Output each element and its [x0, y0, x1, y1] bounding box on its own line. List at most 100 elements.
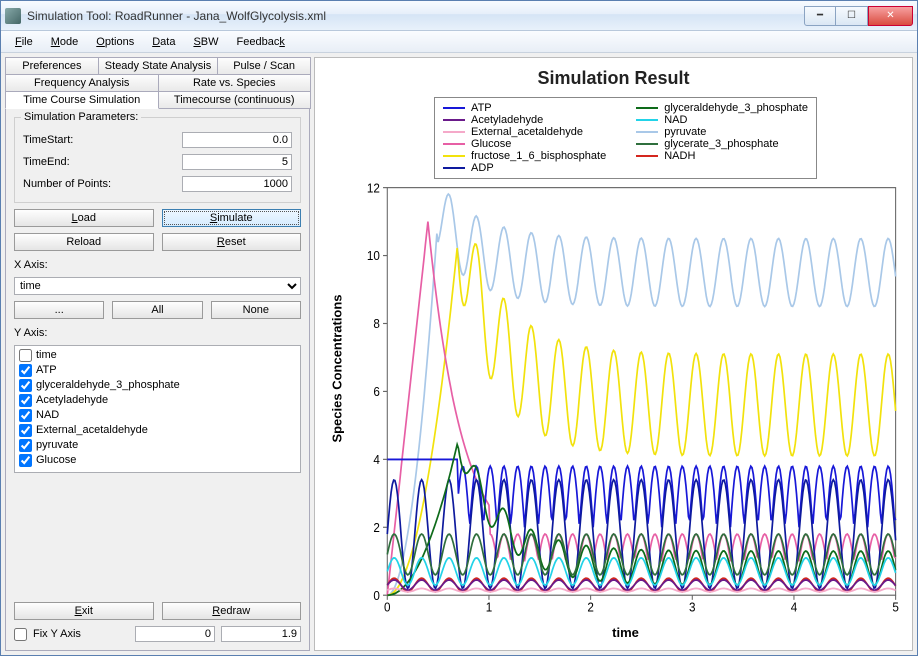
menubar: File Mode Options Data SBW Feedback: [1, 31, 917, 53]
legend-item: NADH: [636, 150, 808, 162]
yaxis-item-label: pyruvate: [36, 438, 78, 453]
svg-text:2: 2: [373, 520, 380, 535]
reload-button[interactable]: Reload: [14, 233, 154, 251]
menu-sbw[interactable]: SBW: [185, 34, 226, 50]
yaxis-item[interactable]: pyruvate: [17, 438, 298, 453]
legend-item: ATP: [443, 102, 606, 114]
yaxis-item[interactable]: glyceraldehyde_3_phosphate: [17, 378, 298, 393]
points-label: Number of Points:: [23, 178, 182, 190]
svg-text:10: 10: [367, 249, 380, 264]
yaxis-label: Y Axis:: [14, 327, 301, 339]
left-panel: Preferences Steady State Analysis Pulse …: [5, 57, 310, 651]
timestart-input[interactable]: [182, 132, 292, 148]
load-button[interactable]: Load: [14, 209, 154, 227]
yaxis-list[interactable]: timeATPglyceraldehyde_3_phosphateAcetyla…: [14, 345, 301, 473]
legend-item: pyruvate: [636, 126, 808, 138]
timeend-input[interactable]: [182, 154, 292, 170]
svg-text:2: 2: [587, 600, 594, 615]
yaxis-item-checkbox[interactable]: [19, 349, 32, 362]
xaxis-select[interactable]: time: [14, 277, 301, 295]
yaxis-item[interactable]: NAD: [17, 408, 298, 423]
legend-item: [636, 162, 808, 174]
svg-text:0: 0: [373, 588, 380, 603]
none-button[interactable]: None: [211, 301, 301, 319]
yaxis-item[interactable]: time: [17, 348, 298, 363]
yaxis-item-checkbox[interactable]: [19, 364, 32, 377]
svg-text:12: 12: [367, 183, 380, 195]
svg-text:4: 4: [373, 453, 380, 468]
yaxis-item-checkbox[interactable]: [19, 379, 32, 392]
simulation-parameters-group: Simulation Parameters: TimeStart: TimeEn…: [14, 117, 301, 203]
close-button[interactable]: ✕: [868, 6, 913, 26]
yaxis-item-checkbox[interactable]: [19, 409, 32, 422]
svg-text:0: 0: [384, 600, 391, 615]
tab-steady-state[interactable]: Steady State Analysis: [98, 57, 218, 75]
reset-button[interactable]: Reset: [162, 233, 302, 251]
yaxis-item-label: ATP: [36, 363, 57, 378]
yaxis-item-label: Acetyladehyde: [36, 393, 108, 408]
points-input[interactable]: [182, 176, 292, 192]
menu-feedback[interactable]: Feedback: [229, 34, 293, 50]
svg-text:4: 4: [791, 600, 798, 615]
legend-item: glyceraldehyde_3_phosphate: [636, 102, 808, 114]
exit-button[interactable]: Exit: [14, 602, 154, 620]
fix-yaxis-label: Fix Y Axis: [33, 628, 81, 640]
chart-ylabel: Species Concentrations: [330, 294, 345, 442]
group-title: Simulation Parameters:: [21, 111, 141, 123]
app-window: Simulation Tool: RoadRunner - Jana_WolfG…: [0, 0, 918, 656]
chart-panel: Simulation Result Species Concentrations…: [314, 57, 913, 651]
menu-file[interactable]: File: [7, 34, 41, 50]
yaxis-item-label: time: [36, 348, 57, 363]
app-icon: [5, 8, 21, 24]
menu-mode[interactable]: Mode: [43, 34, 87, 50]
tab-pulse-scan[interactable]: Pulse / Scan: [217, 57, 311, 75]
yaxis-item-checkbox[interactable]: [19, 424, 32, 437]
legend-item: fructose_1_6_bisphosphate: [443, 150, 606, 162]
yaxis-item-label: External_acetaldehyde: [36, 423, 148, 438]
fix-high-input[interactable]: [221, 626, 301, 642]
tab-time-course[interactable]: Time Course Simulation: [5, 91, 159, 109]
svg-text:8: 8: [373, 317, 380, 332]
legend-item: External_acetaldehyde: [443, 126, 606, 138]
tab-preferences[interactable]: Preferences: [5, 57, 99, 75]
legend-item: Glucose: [443, 138, 606, 150]
yaxis-item-label: Glucose: [36, 453, 76, 468]
svg-text:6: 6: [373, 385, 380, 400]
tab-rate-vs-species[interactable]: Rate vs. Species: [158, 74, 312, 92]
menu-options[interactable]: Options: [88, 34, 142, 50]
fix-yaxis-checkbox[interactable]: [14, 628, 27, 641]
svg-text:1: 1: [486, 600, 493, 615]
chart-legend: ATP glyceraldehyde_3_phosphate Acetyladehy…: [434, 97, 817, 179]
minimize-button[interactable]: ━: [804, 6, 836, 26]
tab-frequency-analysis[interactable]: Frequency Analysis: [5, 74, 159, 92]
redraw-button[interactable]: Redraw: [162, 602, 302, 620]
dots-button[interactable]: ...: [14, 301, 104, 319]
timestart-label: TimeStart:: [23, 134, 182, 146]
titlebar[interactable]: Simulation Tool: RoadRunner - Jana_WolfG…: [1, 1, 917, 31]
yaxis-item-checkbox[interactable]: [19, 439, 32, 452]
window-title: Simulation Tool: RoadRunner - Jana_WolfG…: [27, 9, 804, 23]
yaxis-item-label: NAD: [36, 408, 59, 423]
tab-body: Simulation Parameters: TimeStart: TimeEn…: [5, 108, 310, 651]
yaxis-item[interactable]: Glucose: [17, 453, 298, 468]
legend-item: NAD: [636, 114, 808, 126]
svg-text:5: 5: [892, 600, 899, 615]
simulate-button[interactable]: Simulate: [162, 209, 302, 227]
yaxis-item[interactable]: External_acetaldehyde: [17, 423, 298, 438]
chart-xlabel: time: [349, 625, 902, 640]
legend-item: glycerate_3_phosphate: [636, 138, 808, 150]
yaxis-item[interactable]: ATP: [17, 363, 298, 378]
yaxis-item-checkbox[interactable]: [19, 454, 32, 467]
timeend-label: TimeEnd:: [23, 156, 182, 168]
yaxis-item-checkbox[interactable]: [19, 394, 32, 407]
chart-title: Simulation Result: [325, 68, 902, 89]
fix-low-input[interactable]: [135, 626, 215, 642]
yaxis-item[interactable]: Acetyladehyde: [17, 393, 298, 408]
maximize-button[interactable]: ☐: [836, 6, 868, 26]
chart-plot-area: 012345024681012: [349, 183, 902, 623]
svg-text:3: 3: [689, 600, 696, 615]
all-button[interactable]: All: [112, 301, 202, 319]
legend-item: Acetyladehyde: [443, 114, 606, 126]
tab-timecourse-continuous[interactable]: Timecourse (continuous): [158, 91, 312, 109]
menu-data[interactable]: Data: [144, 34, 183, 50]
